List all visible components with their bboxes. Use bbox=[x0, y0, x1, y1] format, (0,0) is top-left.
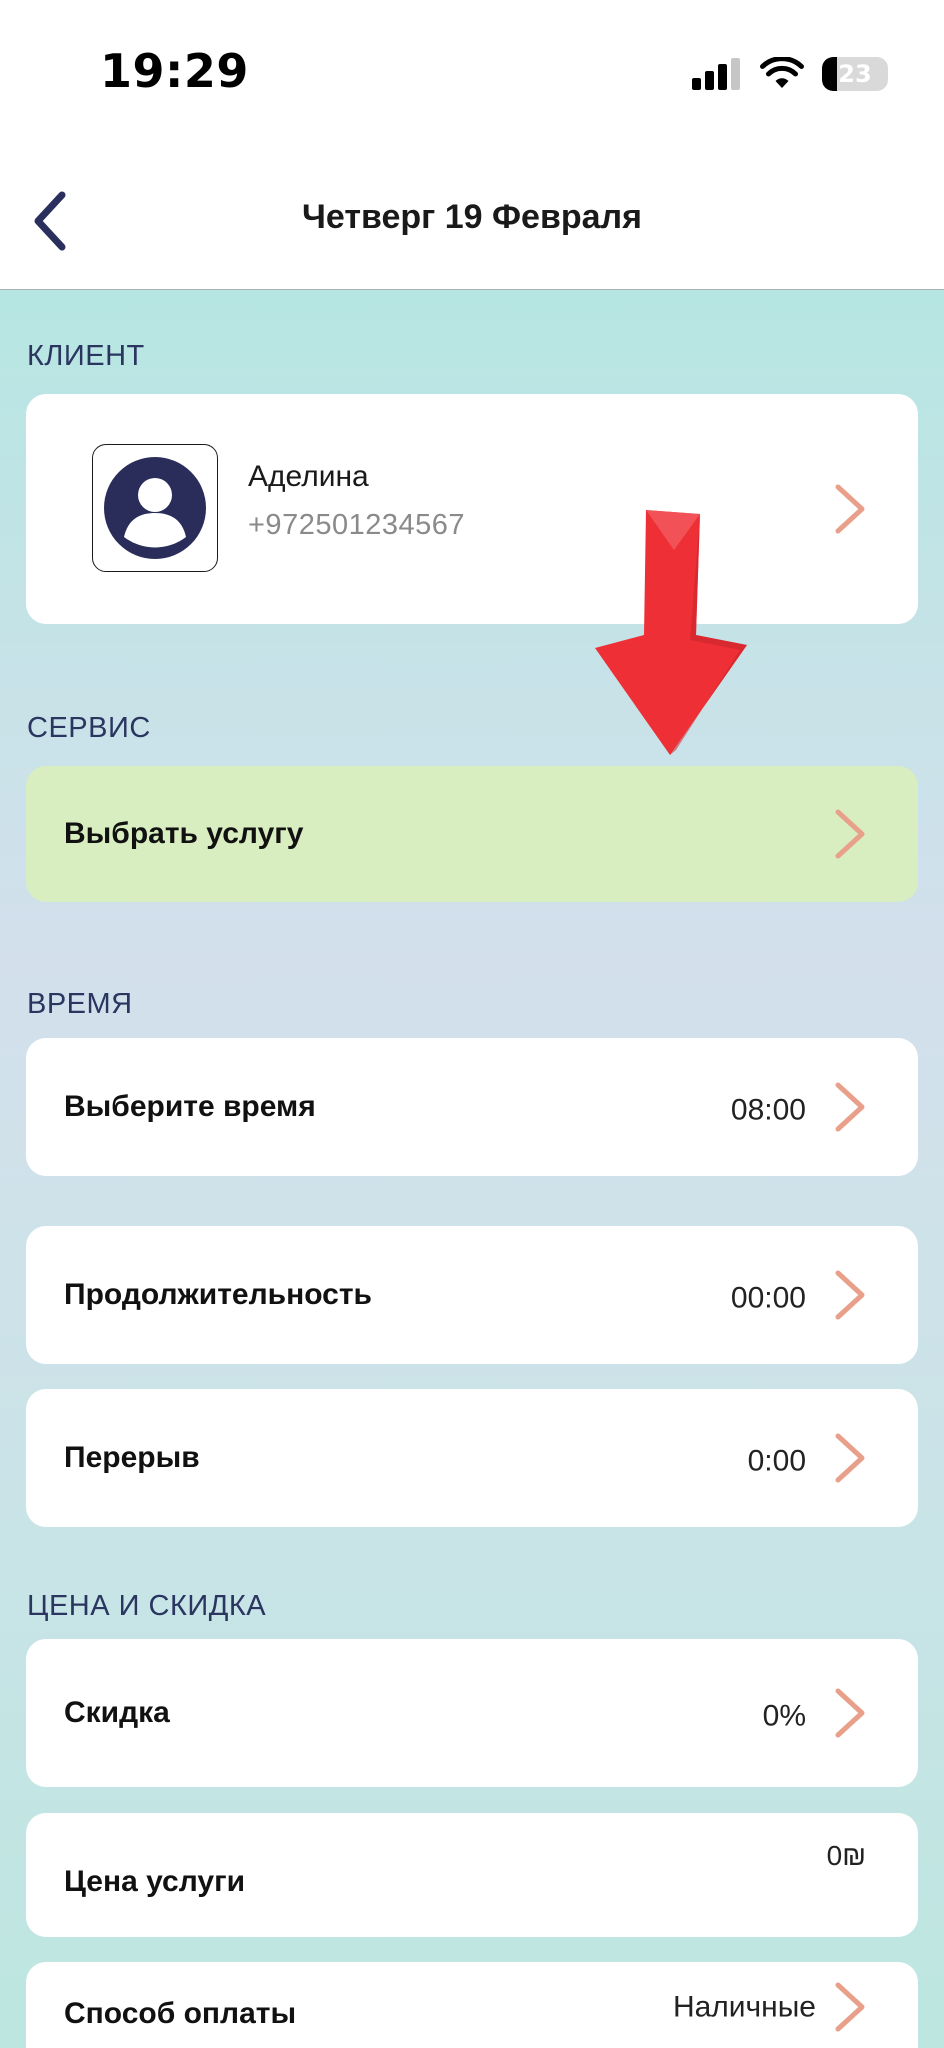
battery-level: 23 bbox=[838, 60, 872, 88]
select-time-row[interactable]: Выберите время 08:00 bbox=[26, 1038, 918, 1176]
payment-method-value: Наличные bbox=[672, 1990, 816, 2024]
battery-icon: 23 bbox=[822, 57, 888, 91]
client-name: Аделина bbox=[248, 460, 369, 493]
avatar bbox=[92, 444, 218, 572]
select-time-value: 08:00 bbox=[730, 1093, 806, 1127]
section-label-service: СЕРВИС bbox=[27, 712, 151, 744]
status-icons: 23 bbox=[692, 54, 888, 94]
chevron-right-icon bbox=[835, 484, 865, 534]
duration-value: 00:00 bbox=[730, 1281, 806, 1315]
wifi-icon bbox=[760, 57, 804, 88]
chevron-right-icon bbox=[835, 1982, 865, 2032]
status-bar: 19:29 23 bbox=[0, 0, 944, 150]
cellular-signal-icon bbox=[692, 58, 740, 90]
select-service-button[interactable]: Выбрать услугу bbox=[26, 766, 918, 902]
chevron-right-icon bbox=[835, 1688, 865, 1738]
appointment-form[interactable]: КЛИЕНТ Аделина +972501234567 СЕРВИС Выбр… bbox=[0, 290, 944, 2048]
client-card[interactable]: Аделина +972501234567 bbox=[26, 394, 918, 624]
section-label-client: КЛИЕНТ bbox=[27, 340, 145, 372]
discount-value: 0% bbox=[762, 1699, 806, 1733]
payment-method-row[interactable]: Способ оплаты Наличные bbox=[26, 1962, 918, 2048]
user-avatar-icon bbox=[104, 457, 206, 559]
break-value: 0:00 bbox=[747, 1444, 806, 1478]
select-time-label: Выберите время bbox=[64, 1090, 316, 1123]
status-time: 19:29 bbox=[100, 44, 249, 98]
chevron-right-icon bbox=[835, 1270, 865, 1320]
break-label: Перерыв bbox=[64, 1441, 200, 1474]
client-phone: +972501234567 bbox=[248, 509, 465, 541]
select-service-label: Выбрать услугу bbox=[64, 817, 304, 850]
chevron-right-icon bbox=[835, 1433, 865, 1483]
service-price-value: 0₪ bbox=[826, 1839, 866, 1871]
section-label-time: ВРЕМЯ bbox=[27, 988, 133, 1020]
break-row[interactable]: Перерыв 0:00 bbox=[26, 1389, 918, 1527]
service-price-row[interactable]: Цена услуги 0₪ bbox=[26, 1813, 918, 1937]
red-arrow-down-icon bbox=[595, 510, 747, 755]
payment-method-label: Способ оплаты bbox=[64, 1996, 297, 2030]
chevron-right-icon bbox=[835, 1082, 865, 1132]
duration-label: Продолжительность bbox=[64, 1278, 372, 1311]
duration-row[interactable]: Продолжительность 00:00 bbox=[26, 1226, 918, 1364]
discount-label: Скидка bbox=[64, 1696, 170, 1729]
service-price-label: Цена услуги bbox=[64, 1865, 246, 1899]
page-title: Четверг 19 Февраля bbox=[302, 198, 642, 236]
section-label-price: ЦЕНА И СКИДКА bbox=[27, 1590, 267, 1622]
chevron-right-icon bbox=[835, 809, 865, 859]
nav-bar: Четверг 19 Февраля bbox=[0, 150, 944, 290]
discount-row[interactable]: Скидка 0% bbox=[26, 1639, 918, 1787]
